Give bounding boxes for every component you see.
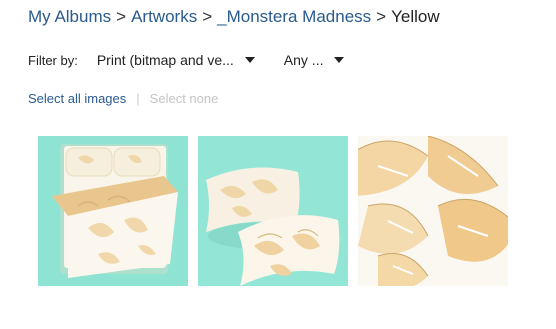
image-grid [38,136,518,286]
pattern-image [358,136,508,286]
breadcrumb-artworks[interactable]: Artworks [131,7,197,26]
breadcrumb-monstera-madness[interactable]: _Monstera Madness [217,7,371,26]
selection-controls: Select all images | Select none [28,91,218,106]
filter-label: Filter by: [28,52,78,68]
select-all-link[interactable]: Select all images [28,91,126,106]
image-thumbnail-duvet[interactable] [38,136,188,286]
caret-down-icon [244,57,255,63]
second-filter-value: Any ... [283,52,324,68]
breadcrumb-separator: > [202,7,213,26]
breadcrumb-my-albums[interactable]: My Albums [28,7,111,26]
divider: | [136,91,140,106]
select-none-link: Select none [149,91,219,106]
breadcrumb-current: Yellow [391,7,440,26]
breadcrumb-separator: > [376,7,387,26]
caret-down-icon [334,57,345,63]
type-filter-dropdown[interactable]: Print (bitmap and ve... [97,52,255,68]
pillows-image [198,136,348,286]
breadcrumb-separator: > [116,7,127,26]
type-filter-value: Print (bitmap and ve... [96,52,234,68]
image-thumbnail-pillows[interactable] [198,136,348,286]
breadcrumb: My Albums > Artworks > _Monstera Madness > Yel… [28,6,440,28]
second-filter-dropdown[interactable]: Any ... [284,52,345,68]
image-thumbnail-pattern[interactable] [358,136,508,286]
filter-bar: Filter by: Print (bitmap and ve... Any .… [28,50,345,70]
duvet-image [38,136,188,286]
